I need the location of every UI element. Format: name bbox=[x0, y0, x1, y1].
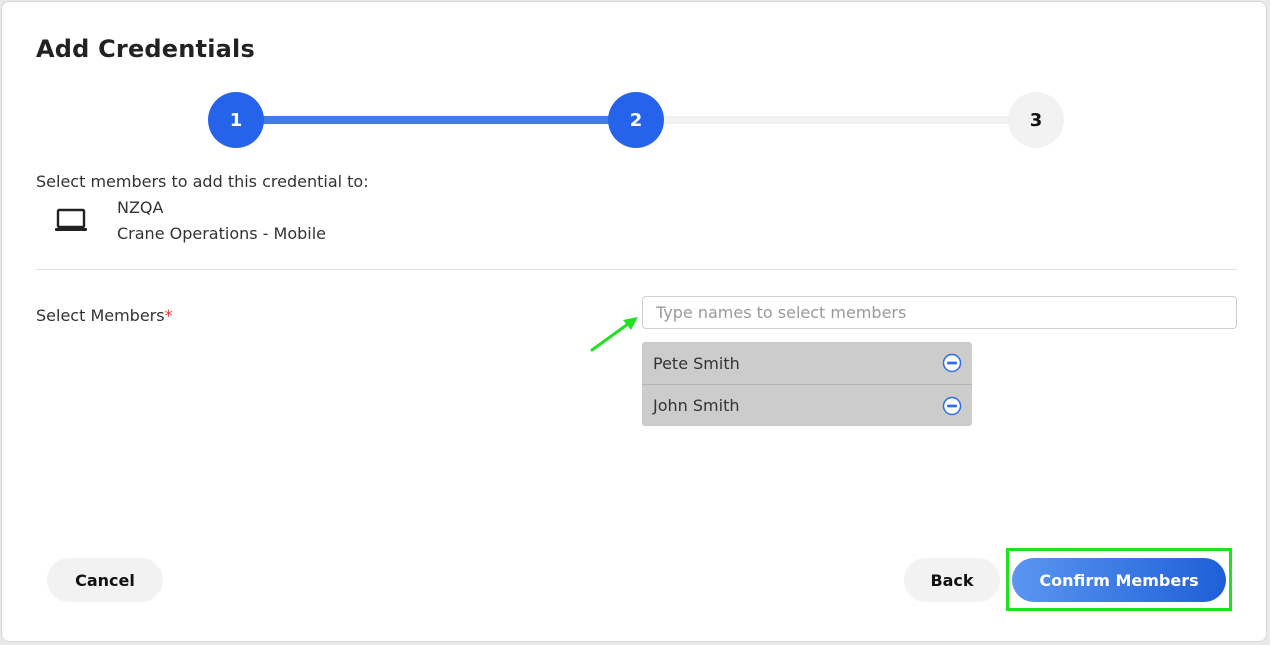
annotation-arrow-icon bbox=[590, 317, 638, 352]
list-item: John Smith bbox=[642, 384, 972, 426]
step-3: 3 bbox=[1008, 92, 1064, 148]
select-members-label: Select Members* bbox=[36, 306, 173, 325]
step-2: 2 bbox=[608, 92, 664, 148]
credential-name: Crane Operations - Mobile bbox=[117, 224, 327, 243]
section-divider bbox=[36, 269, 1237, 270]
select-members-label-text: Select Members bbox=[36, 306, 165, 325]
progress-stepper: 1 2 3 bbox=[2, 2, 1266, 152]
member-name: John Smith bbox=[653, 396, 740, 415]
member-search-input[interactable] bbox=[642, 296, 1237, 329]
back-button[interactable]: Back bbox=[904, 558, 1000, 602]
laptop-icon bbox=[55, 208, 87, 231]
stepper-track-pending bbox=[662, 116, 1014, 124]
selected-members-list: Pete Smith John Smith bbox=[642, 342, 972, 426]
add-credentials-dialog: Add Credentials 1 2 3 Select members to … bbox=[1, 1, 1267, 642]
minus-circle-icon[interactable] bbox=[942, 396, 962, 416]
instruction-text: Select members to add this credential to… bbox=[36, 172, 369, 191]
confirm-members-button[interactable]: Confirm Members bbox=[1012, 558, 1226, 602]
stepper-track-complete bbox=[260, 116, 612, 124]
cancel-button[interactable]: Cancel bbox=[47, 558, 163, 602]
list-item: Pete Smith bbox=[642, 342, 972, 384]
credential-organization: NZQA bbox=[117, 198, 164, 217]
minus-circle-icon[interactable] bbox=[942, 353, 962, 373]
step-1: 1 bbox=[208, 92, 264, 148]
required-marker: * bbox=[164, 306, 173, 325]
member-name: Pete Smith bbox=[653, 353, 740, 373]
